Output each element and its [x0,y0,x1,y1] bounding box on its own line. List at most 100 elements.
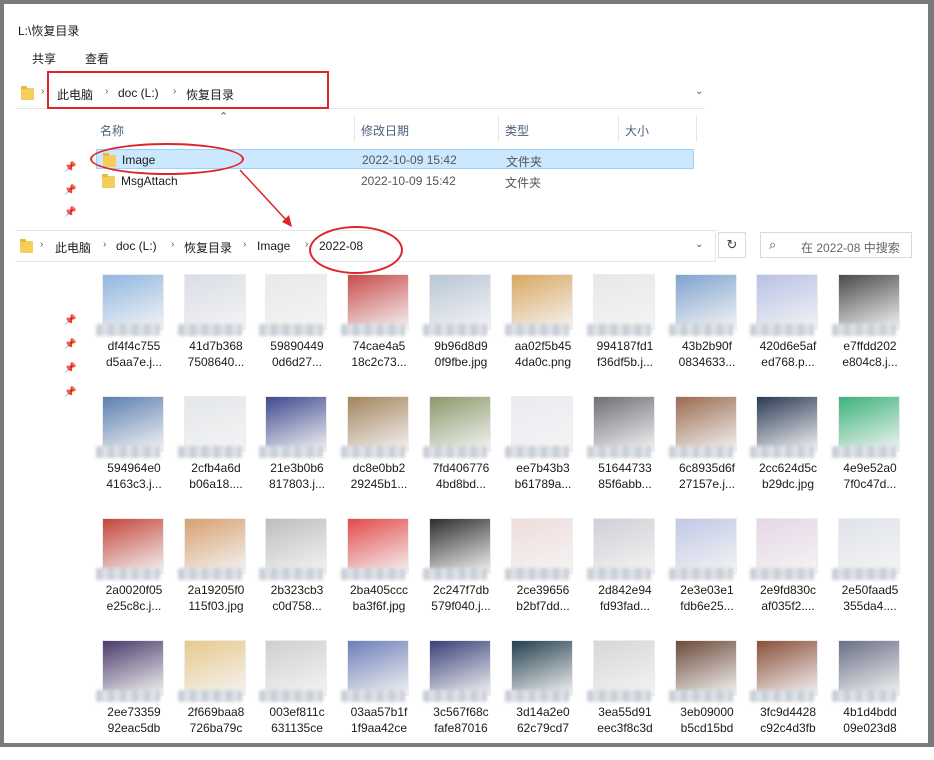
thumbnail-tile[interactable]: 2a0020f05 e25c8c.j... [94,518,174,638]
redacted-text [96,324,160,336]
image-thumbnail [511,396,573,452]
thumbnail-tile[interactable]: 3eb09000 b5cd15bd [667,640,747,760]
thumbnail-name-line1: df4f4c755 [107,339,161,353]
image-thumbnail [347,518,409,574]
breadcrumb-this-pc[interactable]: 此电脑 [55,239,91,256]
redacted-text [341,446,405,458]
thumbnail-name-line1: 3fc9d4428 [759,705,817,719]
thumbnail-tile[interactable]: 2a19205f0 115f03.jpg [176,518,256,638]
thumbnail-tile[interactable]: 994187fd1 f36df5b.j... [585,274,665,394]
thumbnail-tile[interactable]: 9b96d8d9 0f9fbe.jpg [421,274,501,394]
search-box[interactable]: ⌕ 在 2022-08 中搜索 [760,232,912,258]
thumbnail-name-line1: 2cc624d5c [758,461,818,475]
thumbnail-name-line2: eec3f8c3d [597,721,653,735]
pin-icon[interactable]: 📌 [64,387,76,398]
image-thumbnail [675,274,737,330]
thumbnail-tile[interactable]: 2d842e94 fd93fad... [585,518,665,638]
thumbnail-tile[interactable]: 3d14a2e0 62c79cd7 [503,640,583,760]
image-thumbnail [265,274,327,330]
thumbnail-name-line2: f36df5b.j... [596,355,654,369]
thumbnail-tile[interactable]: df4f4c755 d5aa7e.j... [94,274,174,394]
redacted-text [587,690,651,702]
image-thumbnail [265,640,327,696]
thumbnail-tile[interactable]: 4b1d4bdd 09e023d8 [830,640,910,760]
thumbnail-tile[interactable]: ee7b43b3 b61789a... [503,396,583,516]
thumbnail-tile[interactable]: 21e3b0b6 817803.j... [257,396,337,516]
thumbnail-tile[interactable]: 003ef811c 631135ce [257,640,337,760]
thumbnail-name-line1: 003ef811c [269,705,325,719]
breadcrumb-drive[interactable]: doc (L:) [116,239,157,253]
thumbnail-name-line1: 2e50faad5 [841,583,899,597]
chevron-right-icon: › [40,239,44,250]
image-thumbnail [184,396,246,452]
redacted-text [259,324,323,336]
thumbnail-tile[interactable]: 43b2b90f 0834633... [667,274,747,394]
redacted-text [423,568,487,580]
thumbnail-name-line2: fd93fad... [599,599,651,613]
image-thumbnail [102,518,164,574]
thumbnail-tile[interactable]: 4e9e52a0 7f0c47d... [830,396,910,516]
thumbnail-tile[interactable]: e7ffdd202 e804c8.j... [830,274,910,394]
thumbnail-tile[interactable]: 3c567f68c fafe87016 [421,640,501,760]
image-thumbnail [347,640,409,696]
thumbnail-tile[interactable]: 594964e0 4163c3.j... [94,396,174,516]
image-thumbnail [184,274,246,330]
thumbnail-name-line1: 594964e0 [107,461,161,475]
pin-icon[interactable]: 📌 [64,315,76,326]
redacted-text [750,690,814,702]
thumbnail-name-line2: 115f03.jpg [188,599,244,613]
thumbnail-name-line2: 4163c3.j... [106,477,162,491]
search-placeholder[interactable]: 在 2022-08 中搜索 [801,239,900,256]
thumbnail-tile[interactable]: 7fd406776 4bd8bd... [421,396,501,516]
image-thumbnail [838,396,900,452]
thumbnail-name-line1: 03aa57b1f [350,705,408,719]
thumbnail-tile[interactable]: 41d7b368 7508640... [176,274,256,394]
chevron-down-icon[interactable]: ⌄ [695,239,703,250]
thumbnail-name-line2: 92eac5db [107,721,161,735]
thumbnail-name-line2: 4da0c.png [514,355,572,369]
thumbnail-name-line1: 3c567f68c [433,705,489,719]
thumbnail-tile[interactable]: 2cc624d5c b29dc.jpg [748,396,828,516]
thumbnail-tile[interactable]: 420d6e5af ed768.p... [748,274,828,394]
thumbnail-tile[interactable]: 6c8935d6f 27157e.j... [667,396,747,516]
thumbnail-tile[interactable]: 59890449 0d6d27... [257,274,337,394]
breadcrumb-image[interactable]: Image [257,239,290,253]
thumbnail-tile[interactable]: 51644733 85f6abb... [585,396,665,516]
thumbnail-name-line2: 0f9fbe.jpg [434,355,488,369]
thumbnail-tile[interactable]: 2ce39656 b2bf7dd... [503,518,583,638]
thumbnail-name-line1: 3eb09000 [680,705,734,719]
redacted-text [178,568,242,580]
redacted-text [750,446,814,458]
thumbnail-tile[interactable]: 2e50faad5 355da4.... [830,518,910,638]
thumbnail-name-line1: 2a19205f0 [187,583,245,597]
thumbnail-tile[interactable]: 74cae4a5 18c2c73... [339,274,419,394]
redacted-text [669,690,733,702]
thumbnail-name-line1: 51644733 [598,461,652,475]
image-thumbnail [593,640,655,696]
thumbnail-tile[interactable]: 2b323cb3 c0d758... [257,518,337,638]
thumbnail-tile[interactable]: 3fc9d4428 c92c4d3fb [748,640,828,760]
pin-icon[interactable]: 📌 [64,363,76,374]
redacted-text [587,446,651,458]
breadcrumb-recovery-folder[interactable]: 恢复目录 [184,239,232,256]
thumbnail-name-line2: fdb6e25... [680,599,734,613]
thumbnail-name-line1: 2ba405ccc [349,583,409,597]
thumbnail-name-line1: 994187fd1 [596,339,654,353]
thumbnail-tile[interactable]: 2e3e03e1 fdb6e25... [667,518,747,638]
thumbnail-tile[interactable]: aa02f5b45 4da0c.png [503,274,583,394]
redacted-text [832,568,896,580]
pin-icon[interactable]: 📌 [64,339,76,350]
thumbnail-name-line2: 355da4.... [843,599,897,613]
thumbnail-tile[interactable]: dc8e0bb2 29245b1... [339,396,419,516]
thumbnail-tile[interactable]: 2ba405ccc ba3f6f.jpg [339,518,419,638]
image-thumbnail [756,396,818,452]
redacted-text [669,446,733,458]
refresh-icon[interactable]: ↻ [718,232,746,258]
thumbnail-tile[interactable]: 2cfb4a6d b06a18.... [176,396,256,516]
thumbnail-tile[interactable]: 2c247f7db 579f040.j... [421,518,501,638]
thumbnail-tile[interactable]: 03aa57b1f 1f9aa42ce [339,640,419,760]
thumbnail-tile[interactable]: 3ea55d91 eec3f8c3d [585,640,665,760]
thumbnail-tile[interactable]: 2ee73359 92eac5db [94,640,174,760]
thumbnail-tile[interactable]: 2f669baa8 726ba79c [176,640,256,760]
thumbnail-tile[interactable]: 2e9fd830c af035f2.... [748,518,828,638]
